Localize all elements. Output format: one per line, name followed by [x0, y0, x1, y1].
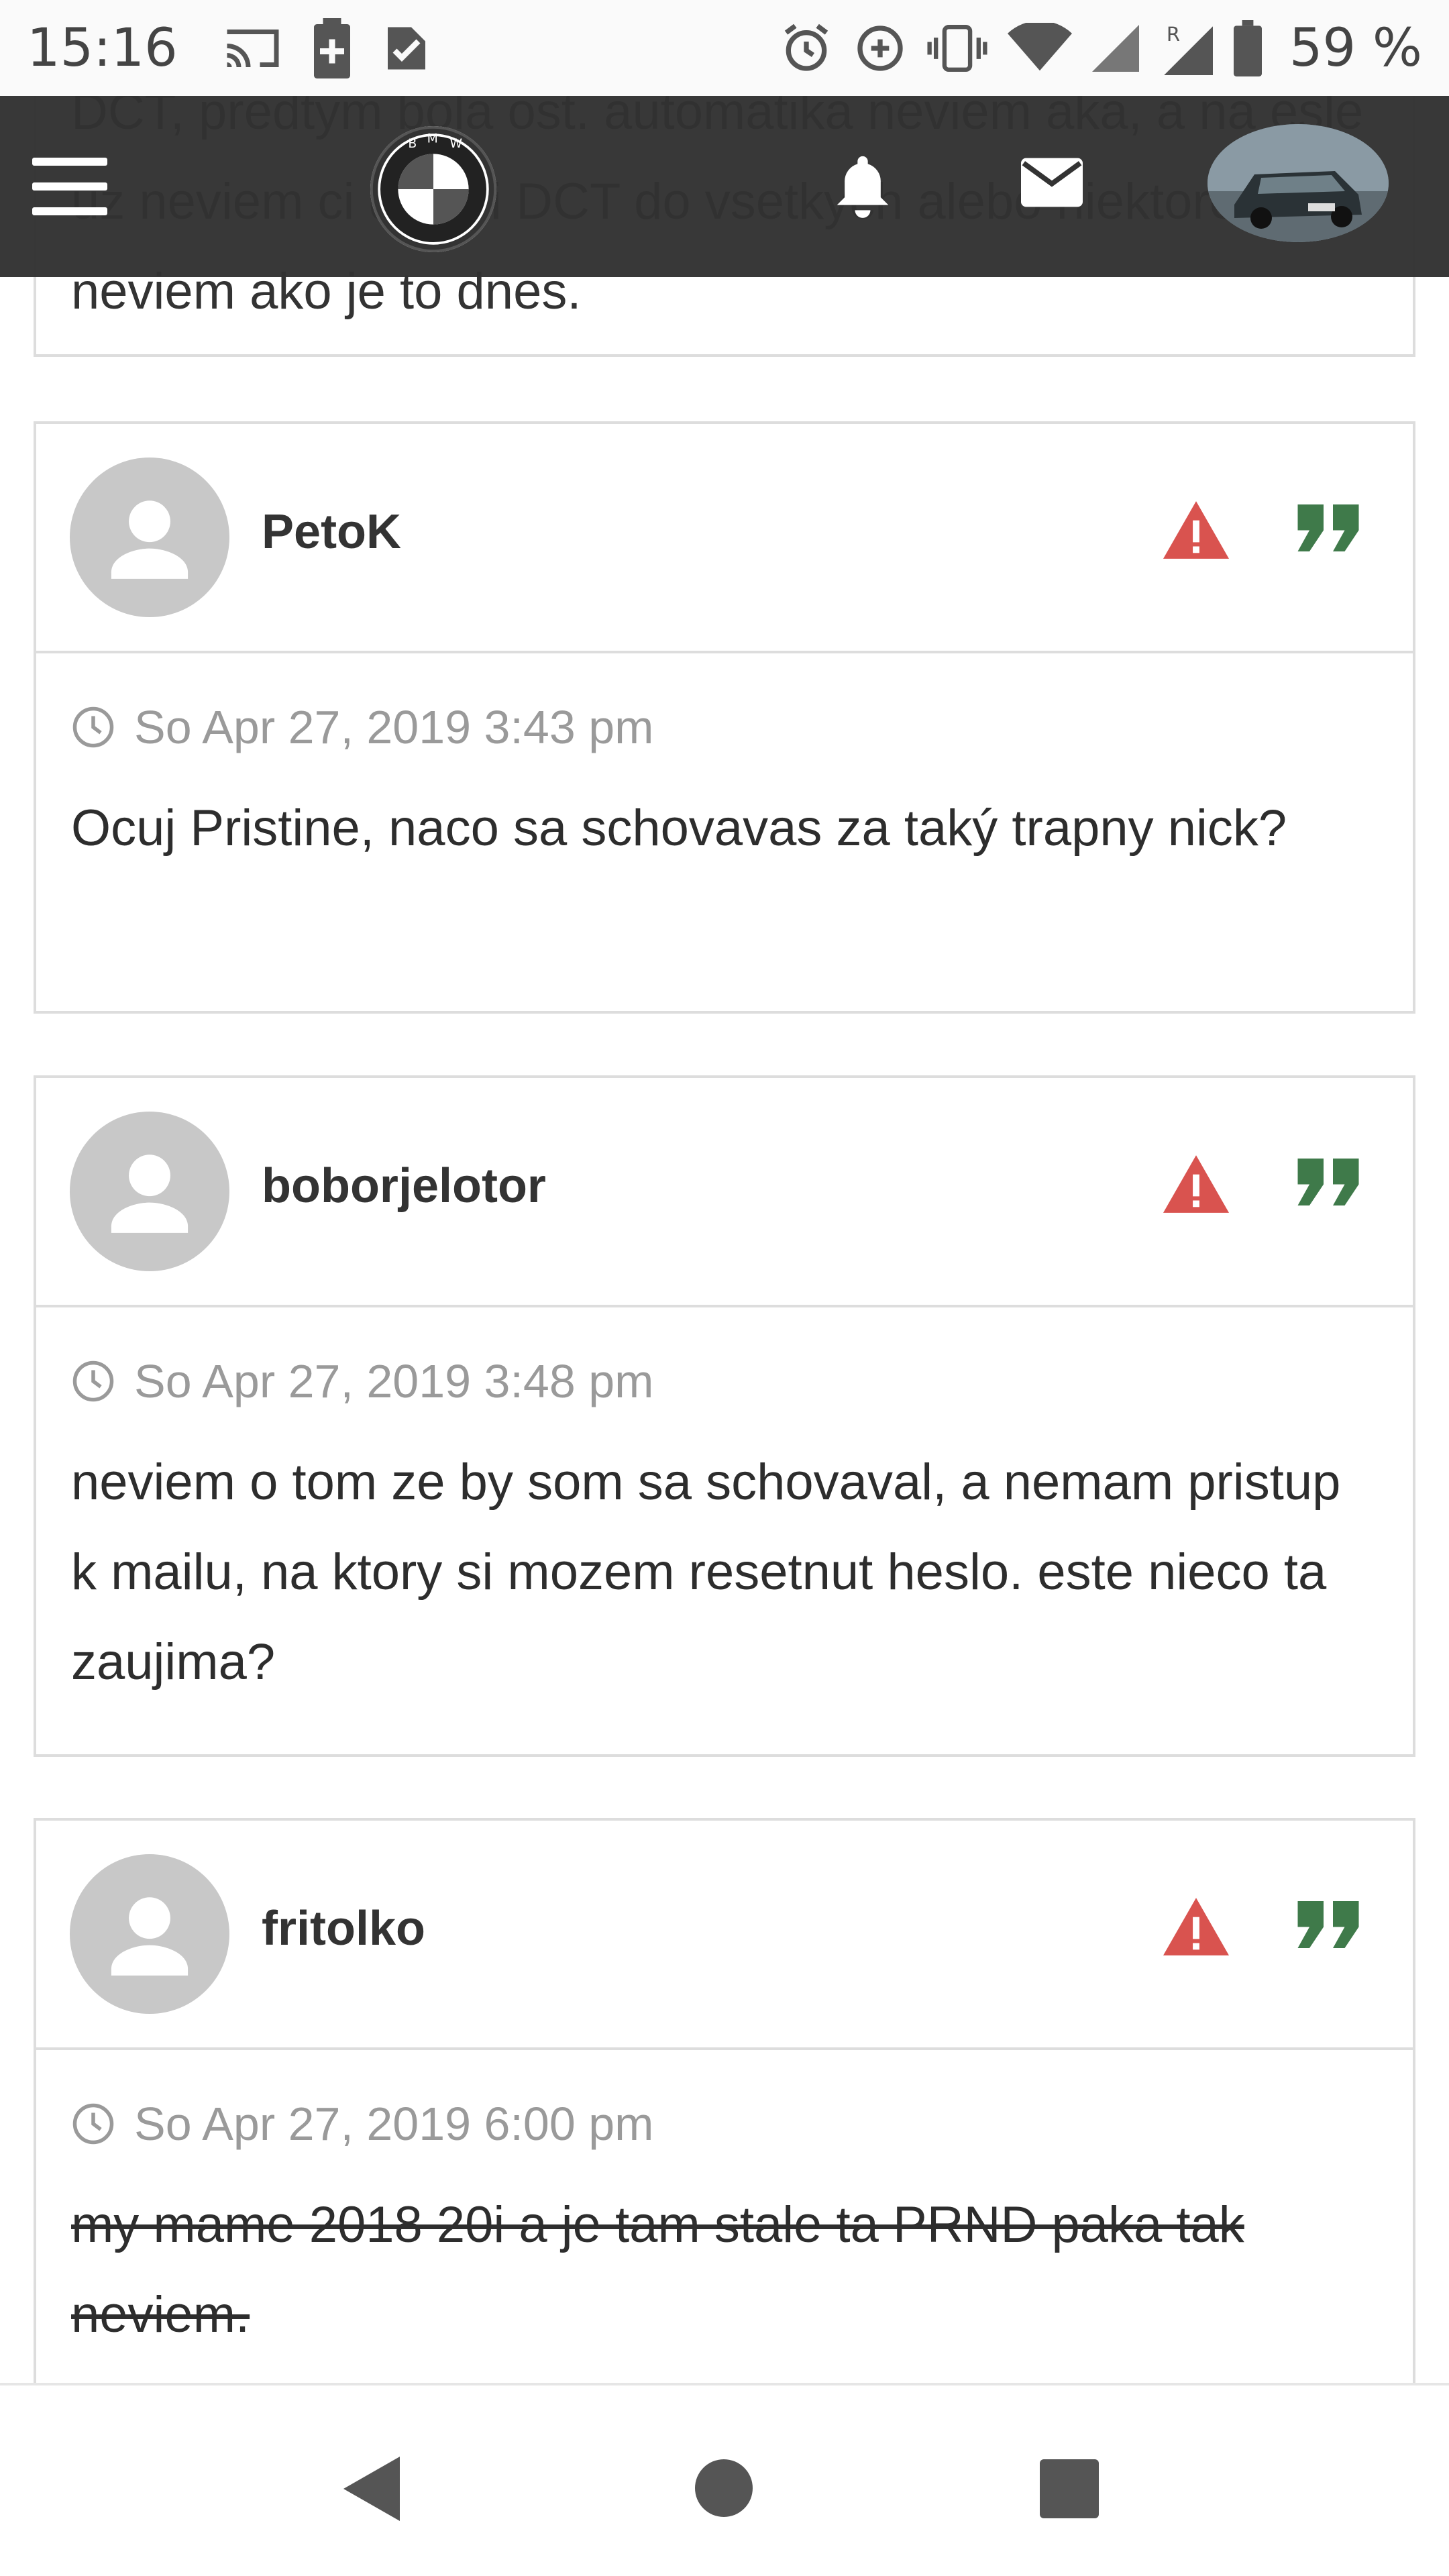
bell-icon[interactable]	[832, 151, 894, 221]
app-header: B M W	[0, 96, 1449, 277]
system-nav-bar	[0, 2383, 1449, 2576]
vibrate-icon	[927, 24, 987, 72]
post-datetime: So Apr 27, 2019 3:43 pm	[71, 700, 1378, 754]
quote-icon[interactable]	[1297, 1901, 1359, 1951]
svg-text:B: B	[408, 137, 417, 151]
post-body: So Apr 27, 2019 3:43 pm Ocuj Pristine, n…	[36, 653, 1413, 914]
quote-icon[interactable]	[1297, 504, 1359, 555]
user-avatar-icon[interactable]	[70, 1854, 229, 2014]
roaming-signal-icon: R	[1159, 21, 1213, 75]
post-datetime: So Apr 27, 2019 3:48 pm	[71, 1354, 1378, 1408]
post-body: So Apr 27, 2019 3:48 pm neviem o tom ze …	[36, 1307, 1413, 1748]
post-datetime-text: So Apr 27, 2019 3:48 pm	[134, 1355, 654, 1407]
cast-icon	[225, 25, 281, 72]
home-circle-icon[interactable]	[695, 2459, 753, 2517]
username[interactable]: PetoK	[262, 504, 401, 559]
svg-text:R: R	[1167, 23, 1180, 46]
data-saver-icon	[853, 21, 907, 75]
recents-square-icon[interactable]	[1040, 2459, 1099, 2518]
bmw-logo-icon[interactable]: B M W	[370, 126, 496, 252]
forum-post: PetoK So Apr 27, 2019 3:43 pm Ocuj Prist…	[34, 421, 1415, 1014]
post-message: neviem o tom ze by som sa schovaval, a n…	[71, 1454, 1341, 1690]
clock-icon	[72, 1360, 114, 1402]
mail-icon[interactable]	[1021, 158, 1083, 211]
post-datetime: So Apr 27, 2019 6:00 pm	[71, 2097, 1378, 2151]
user-avatar-icon[interactable]	[70, 458, 229, 617]
post-datetime-text: So Apr 27, 2019 6:00 pm	[134, 2098, 654, 2150]
forum-post: fritolko So Apr 27, 2019 6:00 pm my mame…	[34, 1818, 1415, 2422]
wifi-icon	[1007, 22, 1072, 74]
post-message: Ocuj Pristine, naco sa schovavas za taký…	[71, 800, 1287, 857]
battery-percent: 59 %	[1289, 17, 1422, 78]
svg-text:W: W	[449, 137, 462, 151]
task-check-icon	[383, 21, 430, 75]
quote-icon[interactable]	[1297, 1159, 1359, 1209]
status-time: 15:16	[27, 17, 178, 78]
status-bar: 15:16 R 59 %	[0, 0, 1449, 96]
post-header: fritolko	[36, 1821, 1413, 2050]
forum-post: boborjelotor So Apr 27, 2019 3:48 pm nev…	[34, 1075, 1415, 1757]
hamburger-menu-icon[interactable]	[32, 158, 107, 215]
post-header: PetoK	[36, 424, 1413, 653]
post-datetime-text: So Apr 27, 2019 3:43 pm	[134, 701, 654, 753]
battery-icon	[1233, 19, 1263, 76]
user-avatar-icon[interactable]	[70, 1112, 229, 1271]
report-warning-icon[interactable]	[1163, 1898, 1229, 1959]
clock-icon	[72, 706, 114, 748]
post-message-strikethrough: my mame 2018 20i a je tam stale ta PRND …	[71, 2196, 1244, 2343]
alarm-icon	[780, 21, 833, 75]
profile-car-avatar[interactable]	[1208, 124, 1389, 242]
post-header: boborjelotor	[36, 1078, 1413, 1307]
post-body: So Apr 27, 2019 6:00 pm my mame 2018 20i…	[36, 2050, 1413, 2400]
signal-icon	[1091, 24, 1139, 72]
back-triangle-icon[interactable]	[341, 2454, 405, 2527]
svg-text:M: M	[427, 131, 438, 146]
report-warning-icon[interactable]	[1163, 501, 1229, 562]
username[interactable]: boborjelotor	[262, 1159, 546, 1214]
report-warning-icon[interactable]	[1163, 1155, 1229, 1216]
clock-icon	[72, 2103, 114, 2145]
battery-saver-icon	[313, 17, 351, 78]
username[interactable]: fritolko	[262, 1901, 425, 1956]
